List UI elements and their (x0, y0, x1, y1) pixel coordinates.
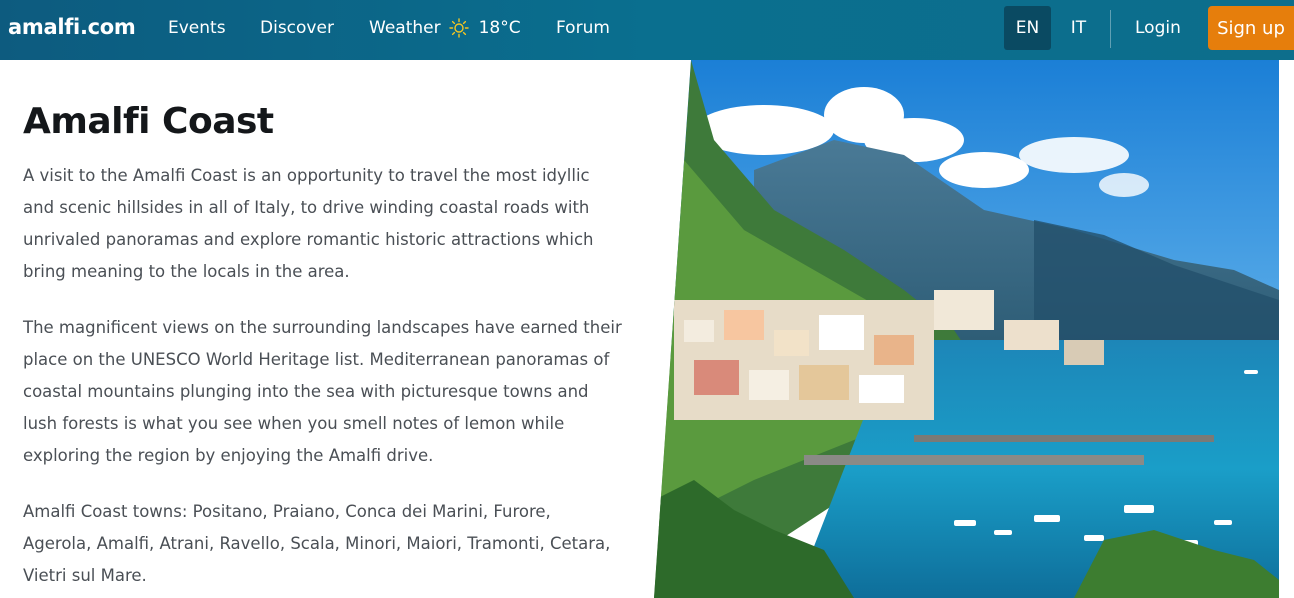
top-navbar: amalfi.com Events Discover Weather 18°C (0, 0, 1294, 60)
nav-events[interactable]: Events (168, 18, 226, 38)
brand-logo[interactable]: amalfi.com (8, 15, 136, 39)
nav-forum[interactable]: Forum (556, 18, 610, 38)
login-link[interactable]: Login (1135, 18, 1181, 38)
unesco-paragraph: The magnificent views on the surrounding… (23, 318, 622, 465)
nav-discover[interactable]: Discover (260, 18, 334, 38)
lang-en-button[interactable]: EN (1004, 6, 1051, 50)
nav-weather[interactable]: Weather 18°C (369, 18, 521, 38)
intro-paragraph: A visit to the Amalfi Coast is an opport… (23, 166, 594, 281)
hero-image (654, 60, 1279, 598)
page-title: Amalfi Coast (23, 101, 274, 142)
weather-temperature: 18°C (478, 18, 521, 38)
main-content: Amalfi Coast A visit to the Amalfi Coast… (23, 98, 633, 592)
lang-it-button[interactable]: IT (1055, 6, 1102, 50)
signup-button[interactable]: Sign up (1208, 6, 1294, 50)
amalfi-coast-photo (654, 60, 1279, 598)
towns-paragraph: Amalfi Coast towns: Positano, Praiano, C… (23, 502, 611, 585)
sun-icon (448, 18, 469, 38)
nav-divider (1110, 10, 1111, 48)
weather-label: Weather (369, 18, 441, 38)
